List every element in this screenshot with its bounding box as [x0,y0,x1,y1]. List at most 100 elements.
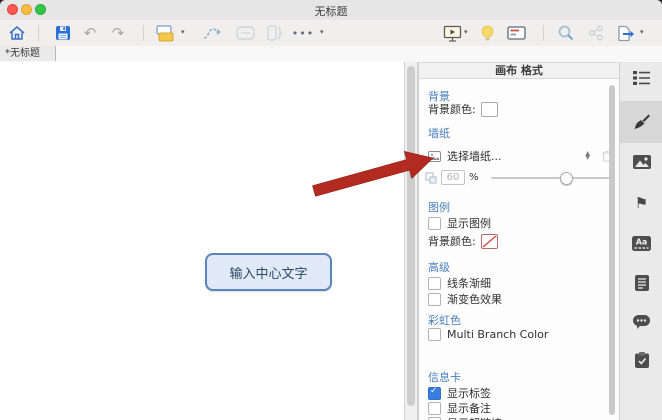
panel-scrollbar-thumb[interactable] [609,85,615,415]
slider-track [490,177,611,179]
slider-handle[interactable] [560,172,574,185]
show-hyperlink-checkbox[interactable] [428,416,441,420]
image-small-icon [428,150,441,162]
relationship-icon [203,27,221,39]
wallpaper-select-row[interactable]: 选择墙纸... ▲ ▼ [428,148,612,164]
legend-bg-color-row: 背景颜色: [428,233,498,249]
show-label-checkbox[interactable] [428,386,441,400]
format-tool-button[interactable] [630,110,653,132]
central-topic-node[interactable]: 输入中心文字 [205,253,332,291]
panel-toggle-icon [506,26,526,40]
image-tool-button[interactable] [630,151,653,173]
canvas-scrollbar-thumb[interactable] [407,66,415,406]
more-dropdown-caret[interactable]: ▾ [320,28,324,36]
show-hyperlink-label: 显示超链接 [447,415,502,420]
app-window: 无标题 ↶ ↷ ▾ ••• ▾ ▾ ▾ *无标题 输入中心文字 画布 格式 背景… [0,0,662,420]
section-advanced: 高级 [428,261,450,274]
more-icon: ••• [291,26,315,40]
select-wallpaper-label[interactable]: 选择墙纸... [447,148,502,164]
label-tool-button[interactable]: Aa [630,232,653,254]
home-button[interactable] [5,22,29,44]
undo-button[interactable]: ↶ [78,22,102,44]
export-icon [618,25,634,41]
show-legend-checkbox[interactable] [428,216,441,230]
lightbulb-icon [481,25,493,40]
more-tools-button[interactable]: ••• [291,22,315,44]
comment-tool-button[interactable] [630,311,653,333]
section-infocard: 信息卡 [428,371,461,384]
presentation-icon [443,25,461,42]
share-button [584,22,608,44]
panel-title: 画布 格式 [419,62,619,79]
percent-label: % [469,172,479,183]
export-button[interactable] [614,22,638,44]
marker-tool-button[interactable]: ⚑ [630,192,653,214]
format-panel: 画布 格式 背景 背景颜色: 墙纸 选择墙纸... ▲ ▼ 60 % 图例 显示… [418,62,619,420]
gradient-row[interactable]: 渐变色效果 [428,291,502,307]
toolbar-separator [143,25,144,41]
show-notes-checkbox[interactable] [428,401,441,415]
show-legend-row[interactable]: 显示图例 [428,215,491,231]
insert-sheet-button[interactable] [152,22,176,44]
home-icon [9,26,25,40]
notes-tool-button[interactable] [630,272,653,294]
gradient-checkbox[interactable] [428,292,441,306]
sheets-icon [155,24,173,41]
task-tool-button[interactable] [630,349,653,371]
tapered-lines-checkbox[interactable] [428,276,441,290]
tab-untitled[interactable]: *无标题 [0,46,56,61]
no-color-icon [482,234,497,248]
outline-tool-button[interactable] [630,67,653,89]
summary-icon [267,25,282,41]
outline-icon [632,71,650,85]
svg-text:Aa: Aa [636,237,648,246]
summary-button [263,22,287,44]
multi-branch-row[interactable]: Multi Branch Color [428,328,548,341]
presentation-dropdown-caret[interactable]: ▾ [464,28,468,36]
flag-icon: ⚑ [634,193,649,212]
show-hyperlink-row[interactable]: 显示超链接 [428,415,502,420]
gradient-label: 渐变色效果 [447,293,502,306]
notes-icon [634,275,649,291]
redo-icon: ↷ [111,23,125,42]
zoom-search-button[interactable] [554,22,578,44]
multi-branch-label: Multi Branch Color [447,328,549,341]
comment-icon [633,315,650,329]
multi-branch-checkbox[interactable] [428,328,441,341]
tapered-lines-row[interactable]: 线条渐细 [428,275,491,291]
format-brush-icon [634,114,650,129]
wallpaper-stepper[interactable]: ▲ ▼ [585,151,590,161]
right-icon-strip: ⚑ Aa [619,62,662,420]
background-color-label: 背景颜色: [428,103,476,116]
sheet-dropdown-caret[interactable]: ▾ [181,28,185,36]
show-notes-row[interactable]: 显示备注 [428,400,491,416]
show-label-label: 显示标签 [447,387,491,400]
section-wallpaper: 墙纸 [428,127,450,140]
legend-bg-color-swatch[interactable] [480,233,498,249]
mindmap-canvas[interactable]: 输入中心文字 [0,62,404,420]
redo-button[interactable]: ↷ [106,22,130,44]
scale-icon [425,171,437,184]
background-color-row: 背景颜色: [428,101,498,117]
label-aa-icon: Aa [632,235,651,251]
opacity-input[interactable]: 60 [441,170,465,185]
background-color-swatch[interactable] [480,101,498,117]
task-clipboard-icon [634,352,649,368]
inspiration-button[interactable] [475,22,499,44]
opacity-slider[interactable] [490,171,611,185]
toolbar: ↶ ↷ ▾ ••• ▾ ▾ ▾ [0,20,662,47]
show-legend-label: 显示图例 [447,217,491,230]
boundary-icon [235,26,255,40]
legend-bg-color-label: 背景颜色: [428,235,476,248]
toggle-format-panel-button[interactable] [504,22,528,44]
export-dropdown-caret[interactable]: ▾ [640,28,644,36]
section-legend: 图例 [428,201,450,214]
presentation-button[interactable] [440,22,464,44]
save-button[interactable] [51,22,75,44]
relationship-button[interactable] [200,22,224,44]
window-title: 无标题 [314,5,348,18]
show-label-row[interactable]: 显示标签 [428,385,491,401]
image-icon [632,155,651,169]
boundary-button [233,22,257,44]
canvas-vertical-scrollbar[interactable] [404,62,418,420]
